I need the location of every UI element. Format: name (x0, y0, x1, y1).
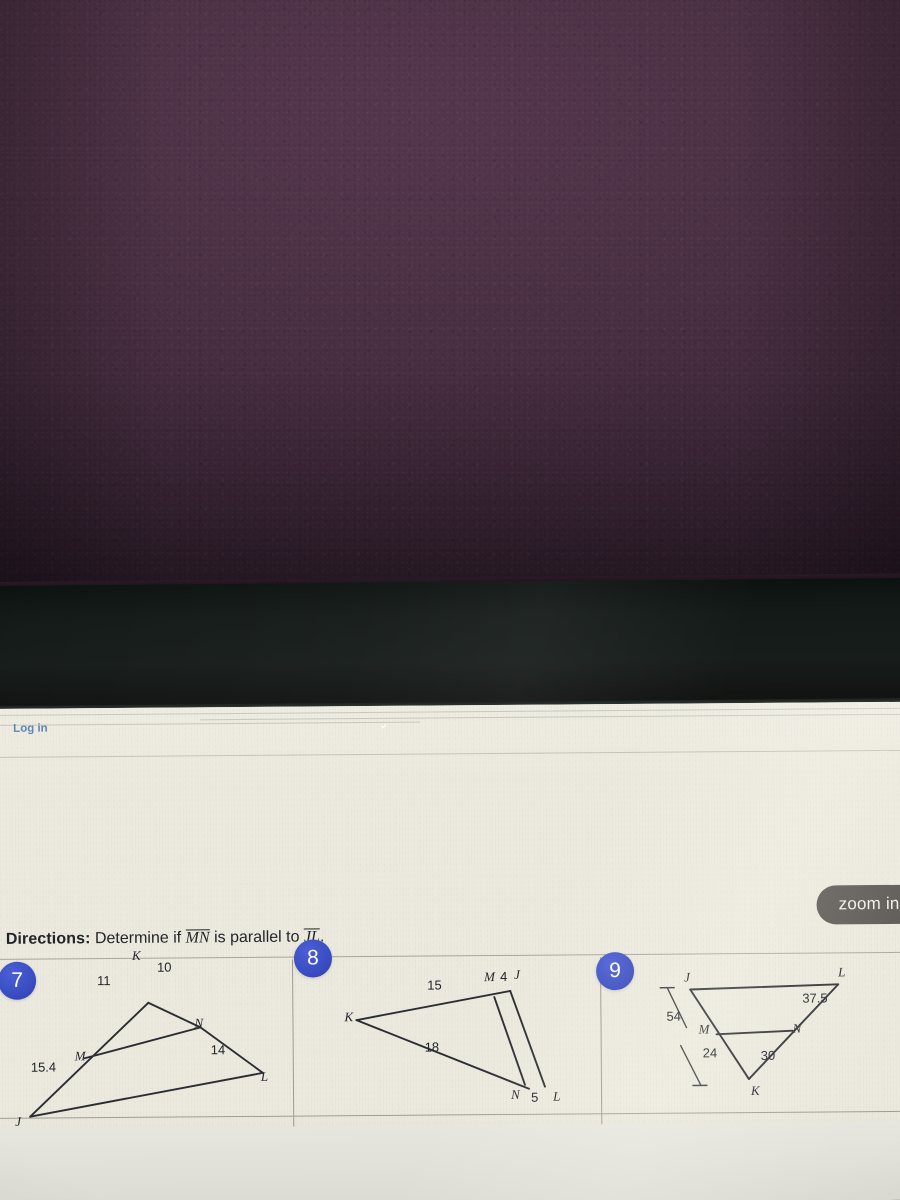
problem-9-point-J: J (684, 969, 690, 985)
problem-8-measure-5: 5 (531, 1089, 539, 1105)
problem-9-figure (640, 960, 891, 1127)
problem-7-measure-15-4: 15.4 (30, 1059, 57, 1075)
background-wall (0, 0, 900, 600)
problem-7-figure (0, 965, 291, 1129)
directions-line: Directions: Determine if MN is parallel … (6, 928, 325, 949)
problem-7-point-K: K (131, 947, 141, 963)
problem-8-figure (332, 962, 583, 1129)
problem-9-measure-24: 24 (702, 1045, 718, 1061)
problem-8-point-M: M (484, 969, 496, 985)
problem-7-point-J: J (15, 1113, 22, 1129)
problem-8-point-N: N (510, 1086, 520, 1102)
photo-of-monitor-screenshot: Log in × U2L1 Vocabulary Homework × Unit… (0, 0, 900, 1200)
problem-7-measure-11: 11 (97, 973, 111, 989)
problem-7-point-L: L (260, 1068, 269, 1084)
problem-9-measure-54: 54 (666, 1008, 681, 1024)
monitor-screen: Log in × U2L1 Vocabulary Homework × Unit… (0, 701, 900, 1200)
problem-7-point-N: N (194, 1015, 204, 1031)
problem-7-measure-10: 10 (156, 959, 172, 975)
worksheet-column-divider (291, 959, 295, 1129)
problem-9-measure-30: 30 (760, 1047, 776, 1063)
problem-9-point-N: N (792, 1020, 802, 1036)
monitor-bezel (0, 577, 900, 716)
segment-mn: MN (185, 929, 210, 948)
problem-8-point-K: K (344, 1009, 354, 1025)
problem-8-measure-18: 18 (424, 1039, 440, 1055)
bezel-sheen (0, 577, 900, 716)
tab-title: Log in (13, 722, 48, 735)
problem-7-point-M: M (74, 1048, 86, 1064)
web-page-content: zoom in Directions: Determine if MN is p… (0, 701, 900, 1129)
wall-vignette (0, 0, 900, 600)
directions-text-1: Determine if (94, 929, 182, 948)
problem-8-point-J: J (514, 966, 520, 982)
problem-9-point-K: K (750, 1082, 760, 1099)
problem-8-point-L: L (552, 1088, 561, 1104)
problem-9-measure-37-5: 37.5 (802, 990, 828, 1006)
directions-text-2: is parallel to (214, 928, 300, 947)
problem-8-measure-4: 4 (500, 968, 508, 985)
worksheet-image: Directions: Determine if MN is parallel … (0, 702, 900, 1129)
problem-9-point-L: L (838, 964, 846, 980)
problem-7-measure-14: 14 (210, 1042, 226, 1058)
problem-9-point-M: M (698, 1021, 710, 1037)
problem-8-measure-15: 15 (427, 977, 442, 993)
problem-badge-9[interactable]: 9 (595, 951, 635, 991)
directions-prefix: Directions: (5, 930, 91, 948)
problem-badge-8[interactable]: 8 (293, 939, 333, 978)
